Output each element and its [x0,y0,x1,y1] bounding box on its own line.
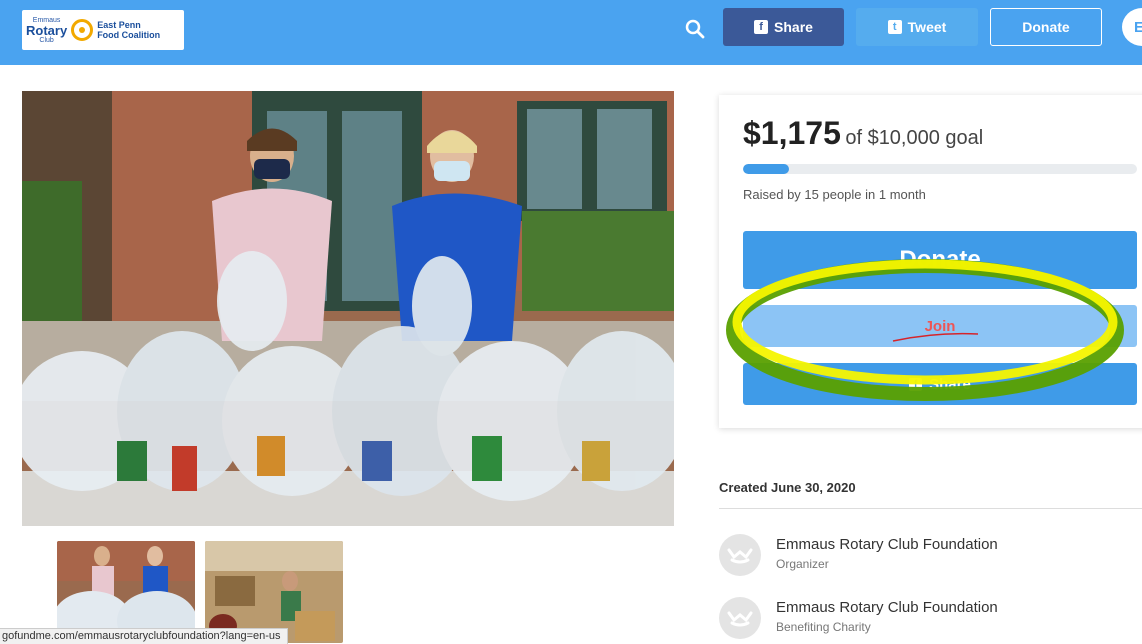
logo-rotary-text: Emmaus Rotary Club [26,17,67,44]
divider [719,508,1142,509]
rotary-logo[interactable]: Emmaus Rotary Club East Penn Food Coalit… [22,10,184,50]
header-share-label: Share [774,19,813,35]
logo-bottom-text: Club [39,36,54,44]
beneficiary-role: Benefiting Charity [776,620,871,634]
donate-button-label: Donate [899,246,981,273]
join-button-label: Join [924,317,956,335]
join-button[interactable]: Join [743,305,1137,347]
user-avatar[interactable]: E [1122,8,1142,46]
food-bags-photo-illustration [22,91,674,526]
logo-partner-text: East Penn Food Coalition [97,20,160,41]
twitter-icon: t [887,20,902,34]
donate-button[interactable]: Donate [743,231,1137,289]
created-date: Created June 30, 2020 [719,480,856,495]
header-donate-button[interactable]: Donate [990,8,1102,46]
search-icon[interactable] [684,18,706,40]
facebook-icon: f [909,377,923,391]
raised-by-text: Raised by 15 people in 1 month [743,187,926,202]
amount-raised-line: $1,175 of $10,000 goal [743,115,983,152]
beneficiary-entry[interactable]: Emmaus Rotary Club Foundation Benefiting… [719,595,1142,639]
status-bar-url: gofundme.com/emmausrotaryclubfoundation?… [0,628,288,644]
rotary-wheel-icon [71,19,94,41]
goal-text: of $10,000 goal [845,127,984,149]
top-header: Emmaus Rotary Club East Penn Food Coalit… [0,0,1142,65]
beneficiary-name: Emmaus Rotary Club Foundation [776,599,998,616]
header-share-button[interactable]: f Share [723,8,844,46]
organizer-name: Emmaus Rotary Club Foundation [776,536,998,553]
progress-bar-fill [743,164,790,174]
facebook-icon: f [754,20,769,34]
logo-rotary-word: Rotary [26,22,68,38]
header-tweet-button[interactable]: t Tweet [856,8,978,46]
share-button[interactable]: f Share [743,363,1137,405]
user-avatar-letter: E [1134,18,1142,36]
logo-partner-line1: East Penn [97,19,141,30]
amount-raised: $1,175 [743,115,841,151]
organization-avatar-icon [719,534,761,576]
organizer-role: Organizer [776,557,829,571]
organization-avatar-icon [719,597,761,639]
header-donate-label: Donate [1022,19,1070,35]
campaign-main-photo[interactable] [22,91,674,526]
organizer-entry[interactable]: Emmaus Rotary Club Foundation Organizer [719,532,1142,576]
share-button-label: Share [929,375,971,393]
progress-bar [743,164,1137,174]
logo-partner-line2: Food Coalition [97,30,161,40]
header-tweet-label: Tweet [907,19,947,35]
